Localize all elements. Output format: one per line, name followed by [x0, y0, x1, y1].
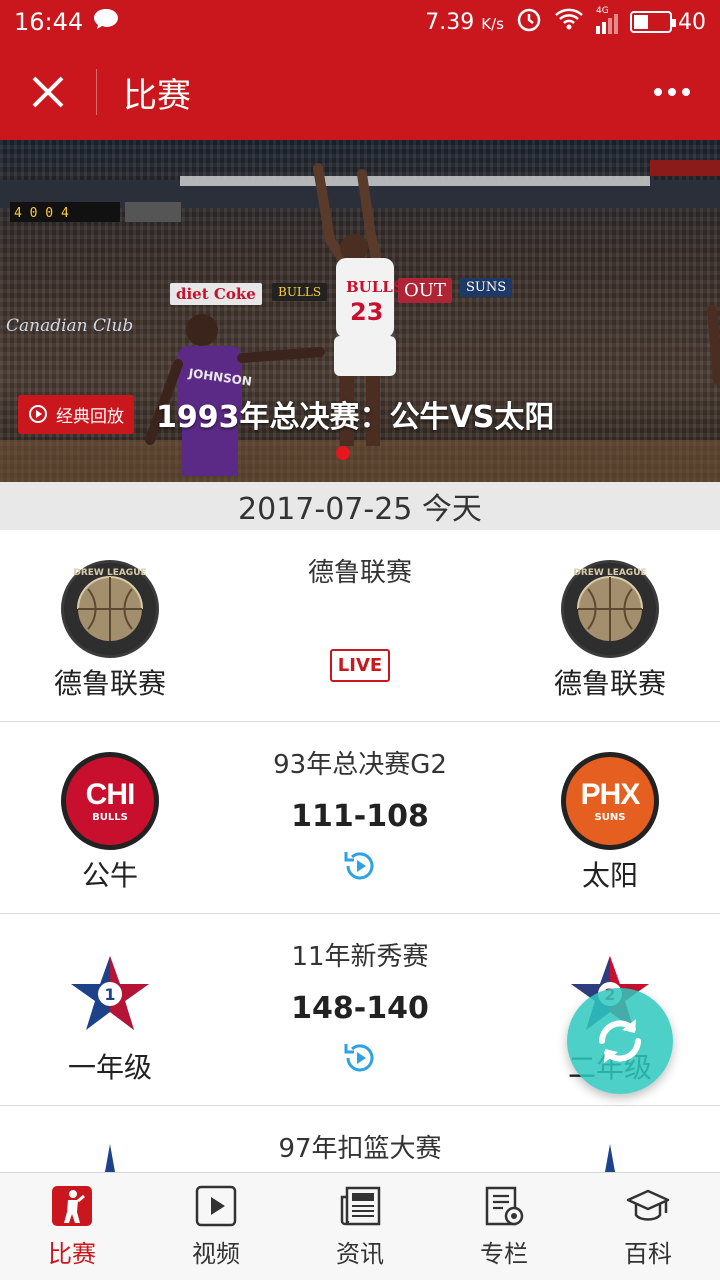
game-score: 111-108 — [291, 799, 429, 834]
home-team[interactable]: DREW LEAGUE 德鲁联赛 — [0, 560, 220, 702]
drew-league-logo: DREW LEAGUE — [61, 560, 159, 658]
team-sub: SUNS — [594, 811, 626, 823]
banner-title: 1993年总决赛：公牛VS太阳 — [156, 400, 555, 435]
featured-banner[interactable]: 4 0 0 4 BULLS 23 JOHNSON diet Coke Canad… — [0, 140, 720, 482]
wifi-icon — [554, 7, 584, 37]
replay-play-icon — [29, 405, 47, 423]
nav-tab-videos[interactable]: 视频 — [144, 1173, 288, 1280]
page-title: 比赛 — [123, 75, 191, 116]
home-team-name: 德鲁联赛 — [53, 667, 166, 700]
svg-text:BULLS: BULLS — [346, 278, 404, 296]
cellular-signal-icon: 4G — [596, 6, 618, 34]
nav-label: 比赛 — [48, 1240, 96, 1268]
nav-label: 百科 — [624, 1240, 672, 1268]
svg-text:4 0 0 4: 4 0 0 4 — [14, 206, 69, 221]
replay-icon — [344, 852, 374, 880]
banner-sign-suns: SUNS — [460, 278, 513, 297]
replay-button[interactable] — [340, 1038, 380, 1078]
drew-league-logo-text: DREW LEAGUE — [573, 568, 646, 578]
status-time: 16:44 — [14, 8, 84, 36]
chat-bubble-icon — [93, 8, 119, 36]
drew-league-logo: DREW LEAGUE — [561, 560, 659, 658]
home-team-name: 公牛 — [81, 859, 138, 892]
nav-tab-encyclopedia[interactable]: 百科 — [576, 1173, 720, 1280]
star-logo-icon — [605, 1144, 615, 1172]
game-row-drew-league[interactable]: DREW LEAGUE 德鲁联赛 德鲁联赛 LIVE DREW LEAGUE 德… — [0, 530, 720, 722]
battery-icon — [630, 11, 676, 33]
banner-sign-coke: diet Coke — [170, 283, 262, 305]
date-header: 2017-07-25 今天 — [0, 482, 720, 530]
replay-button[interactable] — [340, 846, 380, 886]
basketball-player-icon — [50, 1184, 94, 1228]
battery-indicator: 40 — [630, 10, 706, 35]
game-title: 93年总决赛G2 — [273, 750, 447, 780]
away-team-name: 德鲁联赛 — [553, 667, 666, 700]
nav-label: 视频 — [192, 1240, 240, 1268]
banner-sign-canadian-club: Canadian Club — [6, 316, 134, 336]
graduation-cap-icon — [626, 1184, 670, 1228]
nav-tab-games[interactable]: 比赛 — [0, 1173, 144, 1280]
drew-league-logo-icon: DREW LEAGUE — [66, 565, 154, 653]
game-row-97-dunk-contest[interactable]: 97年扣篮大赛 — [0, 1106, 720, 1172]
nav-label: 资讯 — [336, 1240, 384, 1268]
more-options-button[interactable] — [624, 44, 720, 140]
home-team[interactable]: CHI BULLS 公牛 — [0, 752, 220, 894]
game-info: 93年总决赛G2 111-108 — [200, 744, 520, 886]
away-team-name: 太阳 — [581, 859, 638, 892]
alarm-icon — [516, 6, 542, 38]
star-logo-icon — [105, 1144, 115, 1172]
game-title: 德鲁联赛 — [307, 558, 412, 588]
game-row-93-finals-g2[interactable]: CHI BULLS 公牛 93年总决赛G2 111-108 PHX SUNS 太… — [0, 722, 720, 914]
bulls-logo: CHI BULLS — [61, 752, 159, 850]
away-team[interactable] — [500, 1142, 720, 1172]
jersey-number: 23 — [350, 298, 383, 326]
banner-sign-bulls: BULLS — [272, 283, 328, 301]
game-info: 11年新秀赛 148-140 — [200, 936, 520, 1078]
team-abbr: PHX — [580, 777, 641, 811]
drew-league-logo-icon: DREW LEAGUE — [566, 565, 654, 653]
more-dots-icon — [654, 88, 662, 96]
banner-sign-out: OUT — [398, 278, 452, 303]
star-logo-icon: 1 — [71, 956, 149, 1030]
nav-tab-columns[interactable]: 专栏 — [432, 1173, 576, 1280]
refresh-icon — [599, 1019, 641, 1063]
video-play-icon — [194, 1184, 238, 1228]
away-team[interactable]: DREW LEAGUE 德鲁联赛 — [500, 560, 720, 702]
game-title: 11年新秀赛 — [291, 942, 429, 972]
team-sub: BULLS — [92, 811, 128, 823]
nav-label: 专栏 — [480, 1240, 528, 1268]
replay-icon — [344, 1044, 374, 1072]
close-icon — [32, 76, 64, 108]
network-speed: 7.39 K/s — [425, 9, 504, 35]
close-button[interactable] — [0, 44, 96, 140]
game-title: 97年扣篮大赛 — [278, 1134, 442, 1164]
newspaper-icon — [338, 1184, 382, 1228]
bottom-navigation: 比赛 视频 资讯 专栏 百科 — [0, 1172, 720, 1280]
home-team[interactable] — [0, 1142, 220, 1172]
status-bar: 16:44 7.39 K/s 4G 40 — [0, 0, 720, 44]
classic-replay-tag: 经典回放 — [18, 394, 134, 434]
away-team[interactable]: PHX SUNS 太阳 — [500, 752, 720, 894]
suns-logo: PHX SUNS — [561, 752, 659, 850]
banner-caption: 经典回放 1993年总决赛：公牛VS太阳 — [18, 392, 554, 436]
rookie-star-logo: 1 — [61, 944, 159, 1042]
home-team[interactable]: 1 一年级 — [0, 944, 220, 1086]
game-score: 148-140 — [291, 991, 429, 1026]
nav-tab-news[interactable]: 资讯 — [288, 1173, 432, 1280]
carousel-indicator-dot[interactable] — [336, 446, 350, 460]
refresh-button[interactable] — [567, 988, 673, 1094]
live-badge: LIVE — [329, 649, 391, 682]
badge-number: 1 — [104, 985, 115, 1004]
home-team-name: 一年级 — [67, 1051, 152, 1084]
title-bar: 比赛 — [0, 44, 720, 140]
column-document-icon — [482, 1184, 526, 1228]
team-abbr: CHI — [85, 777, 136, 811]
game-info: 德鲁联赛 LIVE — [200, 552, 520, 682]
game-info: 97年扣篮大赛 — [200, 1128, 520, 1165]
title-divider — [96, 69, 97, 115]
drew-league-logo-text: DREW LEAGUE — [73, 568, 146, 578]
